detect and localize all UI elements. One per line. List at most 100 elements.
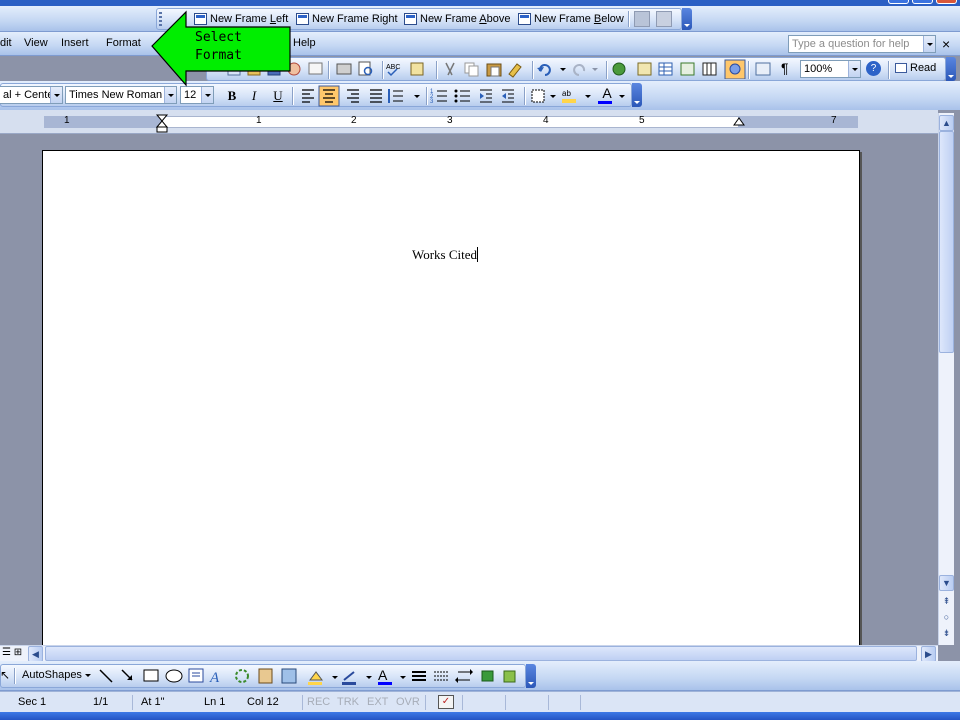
- oval-icon[interactable]: [166, 668, 182, 684]
- view-buttons-icon[interactable]: ☰ ⊞: [2, 647, 22, 658]
- draw-font-color-icon[interactable]: [376, 668, 392, 684]
- decrease-indent-icon[interactable]: [478, 87, 494, 103]
- indent-marker-icon[interactable]: [155, 114, 169, 134]
- document-map-icon[interactable]: [756, 61, 772, 77]
- zoom-select[interactable]: 100%: [800, 60, 861, 78]
- scroll-right-icon[interactable]: ▶: [921, 646, 936, 662]
- paste-icon[interactable]: [487, 61, 503, 77]
- status-section: Sec 1: [18, 696, 47, 708]
- show-hide-paragraph-icon[interactable]: ¶: [781, 60, 789, 76]
- select-browse-object-icon[interactable]: ○: [939, 610, 954, 626]
- text-box-icon[interactable]: [189, 668, 205, 684]
- columns-icon[interactable]: [703, 61, 719, 77]
- select-objects-icon[interactable]: ↖: [0, 668, 10, 682]
- line-color-icon[interactable]: [342, 668, 358, 684]
- document-body-text[interactable]: Works Cited: [412, 247, 479, 263]
- dash-style-icon[interactable]: [433, 668, 449, 684]
- spelling-icon[interactable]: [386, 61, 402, 77]
- frame-above-icon: [404, 13, 417, 25]
- menu-edit[interactable]: dit: [0, 37, 12, 49]
- scroll-left-icon[interactable]: ◀: [28, 646, 43, 662]
- status-ext[interactable]: EXT: [367, 696, 388, 708]
- close-document-icon[interactable]: ×: [942, 36, 950, 52]
- new-frame-above-button[interactable]: New Frame Above: [404, 11, 511, 27]
- works-cited-heading: Works Cited: [412, 247, 478, 262]
- spelling-status-icon[interactable]: ✓: [438, 695, 454, 709]
- delete-frame-icon[interactable]: [656, 11, 672, 27]
- line-spacing-icon[interactable]: [390, 87, 406, 103]
- frames-toolbar-options-icon[interactable]: [682, 8, 692, 30]
- redo-icon[interactable]: [578, 61, 594, 77]
- ruler-number: 4: [543, 115, 549, 126]
- cut-icon[interactable]: [443, 61, 459, 77]
- ruler-number: 3: [447, 115, 453, 126]
- status-ovr[interactable]: OVR: [396, 696, 420, 708]
- windows-taskbar: [0, 712, 960, 720]
- scroll-up-icon[interactable]: ▲: [939, 115, 954, 131]
- copy-icon[interactable]: [465, 61, 481, 77]
- insert-picture-icon[interactable]: [281, 668, 297, 684]
- standard-toolbar-options-icon[interactable]: [946, 57, 956, 81]
- undo-icon[interactable]: [538, 61, 554, 77]
- center-align-icon[interactable]: [321, 87, 337, 103]
- font-color-icon[interactable]: A: [600, 85, 614, 103]
- bullets-icon[interactable]: [453, 87, 469, 103]
- document-page[interactable]: Works Cited: [42, 150, 860, 650]
- vertical-scrollbar[interactable]: ▲ ▼ ⇞ ○ ⇟: [938, 113, 954, 645]
- autoshapes-menu[interactable]: AutoShapes: [22, 669, 91, 681]
- right-indent-marker-icon[interactable]: [732, 116, 746, 126]
- line-style-icon[interactable]: [411, 668, 427, 684]
- help-icon[interactable]: ?: [866, 61, 881, 76]
- increase-indent-icon[interactable]: [500, 87, 516, 103]
- maximize-button[interactable]: [912, 0, 933, 4]
- read-button[interactable]: Read: [895, 62, 936, 74]
- wordart-icon[interactable]: [210, 668, 226, 684]
- help-search-input[interactable]: Type a question for help: [788, 35, 936, 53]
- horizontal-ruler[interactable]: 1 1 2 3 4 5 7: [0, 110, 938, 134]
- justify-icon[interactable]: [368, 87, 384, 103]
- diagram-icon[interactable]: [234, 668, 250, 684]
- insert-table-icon[interactable]: [659, 61, 675, 77]
- numbering-icon[interactable]: [430, 87, 446, 103]
- 3d-style-icon[interactable]: [503, 668, 519, 684]
- new-frame-right-button[interactable]: New Frame Right: [296, 11, 398, 27]
- scroll-down-icon[interactable]: ▼: [939, 575, 954, 591]
- ruler-number: 1: [64, 115, 70, 126]
- drawing-icon[interactable]: [727, 60, 743, 76]
- status-bar: Sec 1 1/1 At 1" Ln 1 Col 12 REC TRK EXT …: [0, 691, 960, 712]
- menu-help[interactable]: Help: [293, 37, 316, 49]
- horizontal-scroll-thumb[interactable]: [45, 646, 917, 661]
- drawing-toolbar-options-icon[interactable]: [526, 664, 536, 688]
- next-page-icon[interactable]: ⇟: [939, 626, 954, 642]
- vertical-scroll-thumb[interactable]: [939, 131, 954, 353]
- align-right-icon[interactable]: [345, 87, 361, 103]
- status-trk[interactable]: TRK: [337, 696, 359, 708]
- style-select[interactable]: al + Cente: [0, 86, 63, 104]
- arrow-style-icon[interactable]: [457, 668, 473, 684]
- fill-color-icon[interactable]: [308, 668, 324, 684]
- menu-format[interactable]: Format: [106, 37, 141, 49]
- align-left-icon[interactable]: [299, 87, 315, 103]
- ruler-number: 5: [639, 115, 645, 126]
- frame-properties-icon[interactable]: [634, 11, 650, 27]
- shadow-style-icon[interactable]: [481, 668, 497, 684]
- highlight-icon[interactable]: [562, 87, 578, 103]
- horizontal-scrollbar[interactable]: ☰ ⊞ ◀ ▶: [0, 645, 938, 662]
- menu-insert[interactable]: Insert: [61, 37, 89, 49]
- arrow-icon[interactable]: [120, 668, 136, 684]
- close-window-button[interactable]: [936, 0, 957, 4]
- minimize-button[interactable]: [888, 0, 909, 4]
- help-search-placeholder: Type a question for help: [792, 38, 910, 50]
- status-rec[interactable]: REC: [307, 696, 330, 708]
- hyperlink-icon[interactable]: [611, 61, 627, 77]
- borders-icon[interactable]: [530, 87, 546, 103]
- previous-page-icon[interactable]: ⇞: [939, 594, 954, 610]
- format-painter-icon[interactable]: [509, 61, 525, 77]
- print-preview-icon[interactable]: [359, 61, 375, 77]
- rectangle-icon[interactable]: [143, 668, 159, 684]
- print-icon[interactable]: [337, 61, 353, 77]
- menu-view[interactable]: View: [24, 37, 48, 49]
- clip-art-icon[interactable]: [258, 668, 274, 684]
- line-icon[interactable]: [98, 668, 114, 684]
- new-frame-below-button[interactable]: New Frame Below: [518, 11, 624, 27]
